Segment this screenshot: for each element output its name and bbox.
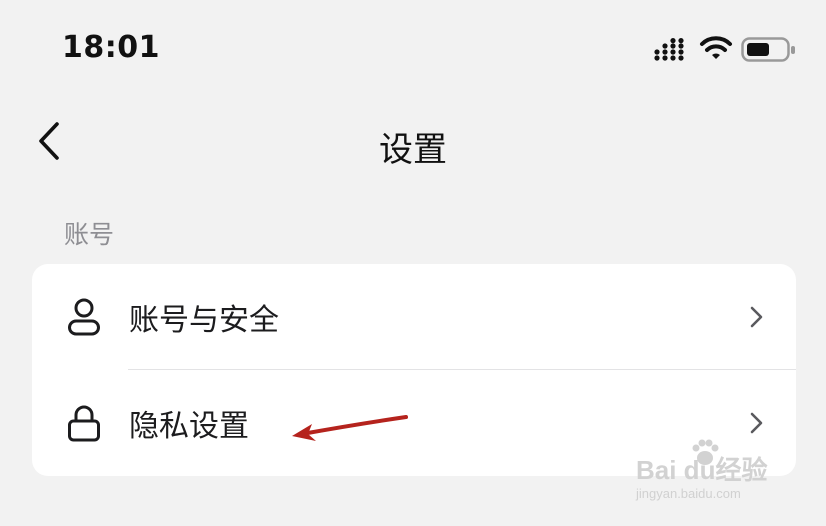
status-bar: 18:01 (0, 0, 826, 100)
chevron-right-icon (748, 411, 764, 435)
chevron-right-icon (748, 305, 764, 329)
watermark-logo: Bai du经验 jingyan.baidu.com (630, 436, 790, 516)
user-icon (66, 297, 102, 337)
settings-item-account-security[interactable]: 账号与安全 (32, 264, 796, 370)
page-title: 设置 (379, 130, 447, 170)
settings-item-label: 账号与安全 (129, 303, 279, 338)
watermark-text: Bai du经验 (636, 455, 768, 485)
lock-icon (66, 403, 102, 443)
section-header-account: 账号 (64, 220, 115, 249)
status-time: 18:01 (62, 30, 160, 65)
watermark-url: jingyan.baidu.com (636, 486, 741, 501)
wifi-icon (700, 36, 732, 59)
cellular-signal-icon (654, 38, 684, 61)
battery-icon (741, 37, 795, 62)
nav-bar: 设置 (0, 104, 826, 180)
settings-item-label: 隐私设置 (129, 409, 249, 444)
annotation-arrow-icon (292, 415, 408, 441)
